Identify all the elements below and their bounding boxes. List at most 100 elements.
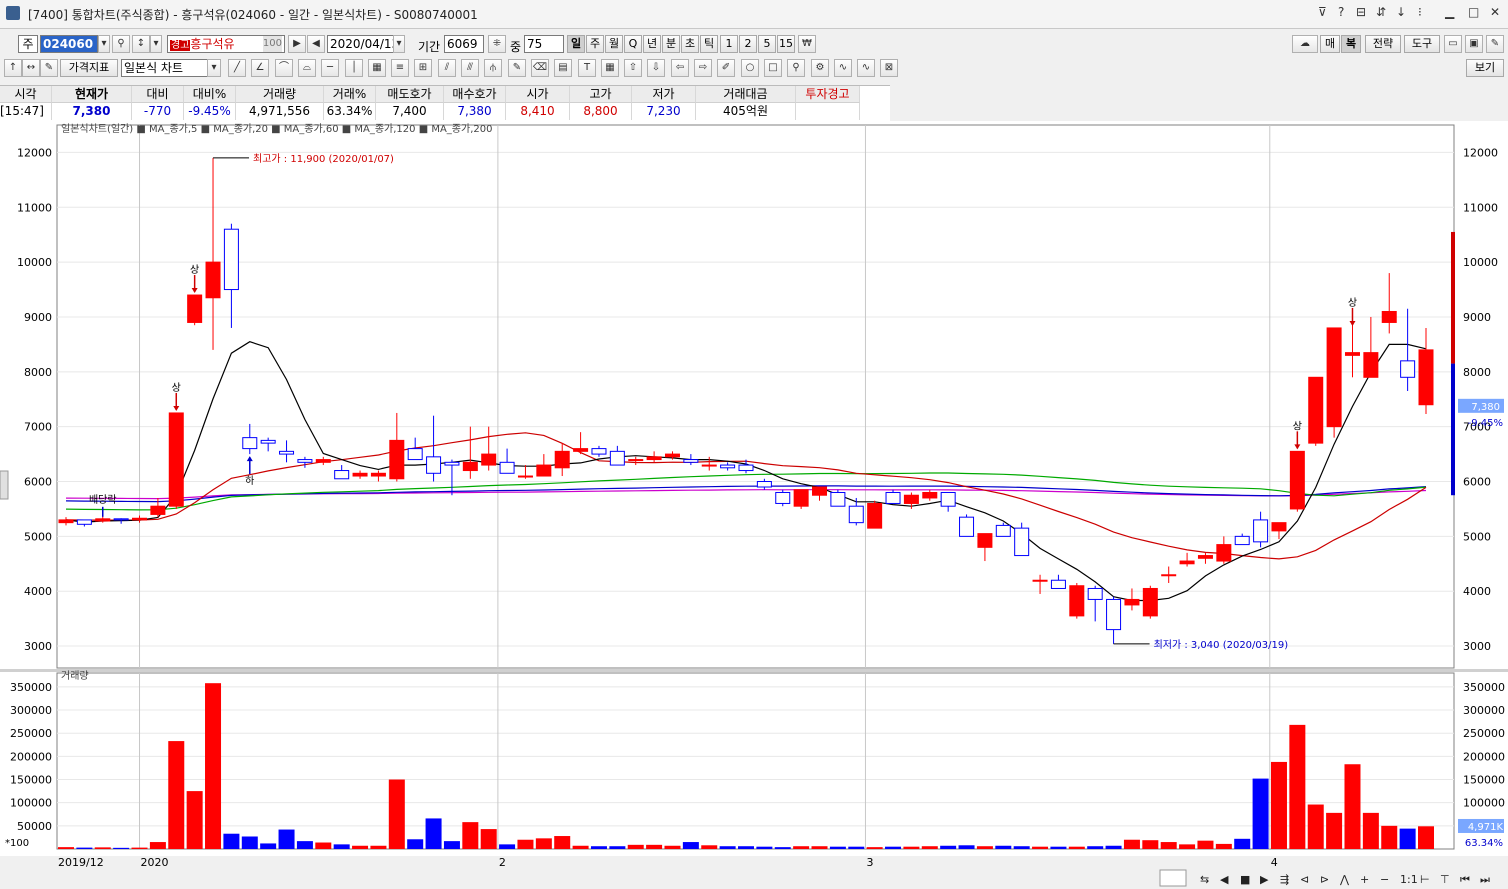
period-button-5[interactable]: 분	[662, 35, 680, 53]
cloud-icon[interactable]: ☁	[1292, 35, 1318, 53]
rect-tool-icon[interactable]: □	[764, 59, 782, 77]
footer-control-icon[interactable]: −	[1380, 873, 1389, 886]
edit-icon[interactable]: ✎	[40, 59, 58, 77]
footer-control-icon[interactable]: 1:1	[1400, 873, 1418, 886]
stock-chart[interactable]: 12000 12000 11000 11000 10000 10000 9000 9000 80…	[0, 121, 1508, 889]
footer-control-icon[interactable]: ■	[1240, 873, 1250, 886]
pitchfork-tool-icon[interactable]: ⫛	[484, 59, 502, 77]
candle-body	[609, 450, 625, 466]
count-input[interactable]: 75	[524, 35, 564, 53]
horizontal-line-tool-icon[interactable]: ─	[321, 59, 339, 77]
toolbar-button-bok[interactable]: 복	[1341, 35, 1361, 53]
wave2-tool-icon[interactable]: ∿	[857, 59, 875, 77]
sort-dropdown-icon[interactable]: ▾	[150, 35, 162, 53]
left-arrow-tool-icon[interactable]: ⇦	[671, 59, 689, 77]
number-icon[interactable]: ↓	[1396, 5, 1406, 19]
period-button-7[interactable]: 틱	[700, 35, 718, 53]
wrench-icon[interactable]: ✎	[1486, 35, 1504, 53]
quote-header-5: 거래%	[324, 86, 376, 103]
minimize-icon[interactable]: ▁	[1445, 5, 1454, 19]
folder-icon[interactable]: ▭	[1444, 35, 1462, 53]
footer-control-icon[interactable]: ⏭	[1480, 873, 1490, 886]
chart-type-select[interactable]: 일본식 차트	[121, 59, 209, 77]
grid-tool-icon[interactable]: ▦	[368, 59, 386, 77]
fibo-tool-icon[interactable]: ≡	[391, 59, 409, 77]
color-tool-icon[interactable]: ▤	[554, 59, 572, 77]
option-icon[interactable]: ⁝	[1418, 5, 1422, 19]
period-button-0[interactable]: 일	[567, 35, 585, 53]
help-icon[interactable]: ?	[1338, 5, 1344, 19]
date-input[interactable]: 2020/04/13	[327, 35, 395, 53]
period-button-9[interactable]: 2	[739, 35, 757, 53]
expand-icon[interactable]: ⁜	[488, 35, 506, 53]
circle-tool-icon[interactable]: ○	[741, 59, 759, 77]
clear-tool-icon[interactable]: ⊠	[880, 59, 898, 77]
period-button-11[interactable]: 15	[777, 35, 795, 53]
up-arrow-icon[interactable]: ↑	[4, 59, 22, 77]
text-tool-icon[interactable]: T	[578, 59, 596, 77]
stock-name-field[interactable]: 경고흥구석유 100	[167, 35, 285, 53]
period-button-1[interactable]: 주	[586, 35, 604, 53]
stock-code-input[interactable]: 024060	[40, 35, 98, 53]
eraser-tool-icon[interactable]: ⌫	[531, 59, 549, 77]
vertical-line-tool-icon[interactable]: │	[345, 59, 363, 77]
right-arrow-tool-icon[interactable]: ⇨	[694, 59, 712, 77]
sort-icon[interactable]: ↕	[132, 35, 150, 53]
angle-tool-icon[interactable]: ∠	[251, 59, 269, 77]
arc-tool-icon[interactable]: ⌓	[298, 59, 316, 77]
volume-bar	[995, 845, 1012, 849]
strategy-button[interactable]: 전략	[1365, 35, 1401, 53]
footer-control-icon[interactable]: ⊢	[1420, 873, 1430, 886]
up-arrow-tool-icon[interactable]: ⇧	[624, 59, 642, 77]
close-icon[interactable]: ✕	[1490, 5, 1500, 19]
parallel-tool-icon[interactable]: ⫻	[461, 59, 479, 77]
period-button-3[interactable]: Q	[624, 35, 642, 53]
zoom-tool-icon[interactable]: ⚲	[787, 59, 805, 77]
pencil-tool-icon[interactable]: ✎	[508, 59, 526, 77]
channel-tool-icon[interactable]: ⫽	[438, 59, 456, 77]
footer-control-icon[interactable]: ▶	[1260, 873, 1269, 886]
save-icon[interactable]: ▣	[1465, 35, 1483, 53]
next-arrow-icon[interactable]: ▶	[288, 35, 306, 53]
period-button-2[interactable]: 월	[605, 35, 623, 53]
sort-icon[interactable]: ⇵	[1376, 5, 1386, 19]
period-button-6[interactable]: 초	[681, 35, 699, 53]
fan-tool-icon[interactable]: ⌒	[275, 59, 293, 77]
link-icon[interactable]: ⊟	[1356, 5, 1366, 19]
footer-control-icon[interactable]: ⊲	[1300, 873, 1309, 886]
cycle-tool-icon[interactable]: ⊞	[414, 59, 432, 77]
prev-arrow-icon[interactable]: ◀	[307, 35, 325, 53]
note-tool-icon[interactable]: ✐	[717, 59, 735, 77]
line-tool-icon[interactable]: ╱	[228, 59, 246, 77]
view-button[interactable]: 보기	[1466, 59, 1504, 77]
footer-control-icon[interactable]: ⊤	[1440, 873, 1450, 886]
search-icon[interactable]: ⚲	[112, 35, 130, 53]
footer-control-icon[interactable]: ⊳	[1320, 873, 1329, 886]
volume-bar	[1362, 812, 1379, 849]
price-indicator-button[interactable]: 가격지표	[60, 59, 118, 77]
footer-control-icon[interactable]: ⇆	[1200, 873, 1209, 886]
resize-icon[interactable]: ↔	[22, 59, 40, 77]
footer-control-icon[interactable]: ◀	[1220, 873, 1229, 886]
footer-control-icon[interactable]: +	[1360, 873, 1369, 886]
wave-tool-icon[interactable]: ∿	[834, 59, 852, 77]
down-arrow-tool-icon[interactable]: ⇩	[647, 59, 665, 77]
tools-button[interactable]: 도구	[1404, 35, 1440, 53]
date-dropdown-icon[interactable]: ▾	[393, 35, 405, 53]
table-tool-icon[interactable]: ▦	[601, 59, 619, 77]
toolbar-button-ma[interactable]: 매	[1320, 35, 1340, 53]
chart-type-dropdown-icon[interactable]: ▾	[207, 59, 221, 77]
code-dropdown-icon[interactable]: ▾	[98, 35, 110, 53]
period-button-4[interactable]: 년	[643, 35, 661, 53]
footer-control-icon[interactable]: ⏮	[1460, 873, 1470, 886]
settings-tool-icon[interactable]: ⚙	[811, 59, 829, 77]
period-button-8[interactable]: 1	[720, 35, 738, 53]
market-select[interactable]: 주	[18, 35, 38, 53]
pin-icon[interactable]: ⊽	[1318, 5, 1327, 19]
won-icon[interactable]: ₩	[798, 35, 816, 53]
period-input[interactable]: 6069	[444, 35, 484, 53]
footer-control-icon[interactable]: ⋀	[1339, 873, 1350, 886]
period-button-10[interactable]: 5	[758, 35, 776, 53]
footer-control-icon[interactable]: ⇶	[1280, 873, 1289, 886]
maximize-icon[interactable]: □	[1468, 5, 1479, 19]
